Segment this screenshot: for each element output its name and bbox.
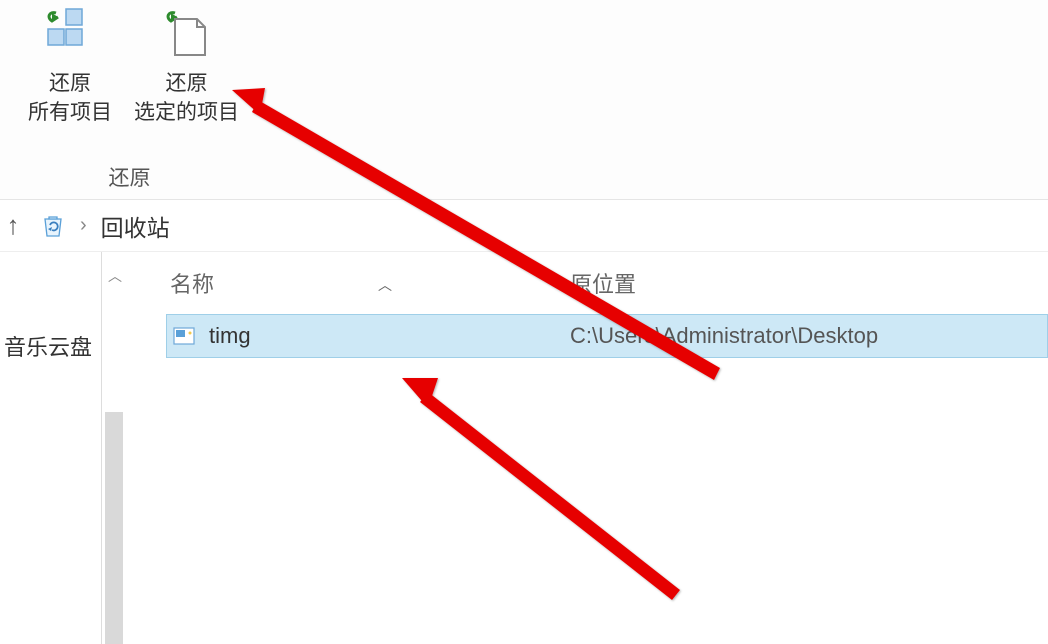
- sort-caret-icon: ︿: [378, 275, 392, 295]
- restore-selected-label-2: 选定的项目: [134, 98, 239, 127]
- content-area: 音乐云盘 ︿ 名称 ︿ 原位置 timg: [0, 252, 1048, 644]
- breadcrumb-chevron-icon: ›: [80, 214, 87, 237]
- column-header-name[interactable]: 名称 ︿: [126, 267, 570, 299]
- column-header-location[interactable]: 原位置: [570, 267, 1048, 299]
- restore-selected-button[interactable]: 还原 选定的项目: [134, 5, 239, 130]
- restore-all-label-2: 所有项目: [20, 98, 120, 127]
- ribbon-toolbar: 还原 所有项目 还原 选定的项目: [0, 0, 1048, 200]
- sidebar-item-music-cloud[interactable]: 音乐云盘: [0, 324, 101, 368]
- breadcrumb: ↑ › 回收站: [0, 200, 1048, 252]
- file-location: C:\Users\Administrator\Desktop: [570, 323, 1047, 349]
- column-name-label: 名称: [170, 272, 214, 297]
- scroll-up-icon: ︿: [108, 266, 122, 286]
- ribbon-group-label: 还原: [20, 162, 239, 200]
- ribbon-group-restore: 还原 所有项目 还原 选定的项目: [20, 5, 239, 200]
- scroll-track: [105, 412, 123, 644]
- restore-all-icon: [42, 7, 98, 63]
- restore-selected-icon: [159, 7, 215, 63]
- sidebar-scrollbar[interactable]: ︿: [102, 252, 126, 644]
- breadcrumb-current[interactable]: 回收站: [101, 209, 170, 243]
- nav-up-button[interactable]: ↑: [0, 210, 26, 241]
- restore-selected-label-1: 还原: [134, 69, 239, 98]
- file-name: timg: [209, 323, 251, 349]
- column-header-row: 名称 ︿ 原位置: [126, 252, 1048, 314]
- restore-all-button[interactable]: 还原 所有项目: [20, 5, 120, 130]
- file-row-name-cell: timg: [167, 323, 570, 349]
- restore-all-label-1: 还原: [20, 69, 120, 98]
- file-list-panel: 名称 ︿ 原位置 timg C:\Users\Administrator\Des…: [126, 252, 1048, 644]
- file-row[interactable]: timg C:\Users\Administrator\Desktop: [166, 314, 1048, 358]
- recycle-bin-icon: [40, 213, 66, 239]
- image-file-icon: [173, 325, 195, 347]
- nav-sidebar: 音乐云盘: [0, 252, 102, 644]
